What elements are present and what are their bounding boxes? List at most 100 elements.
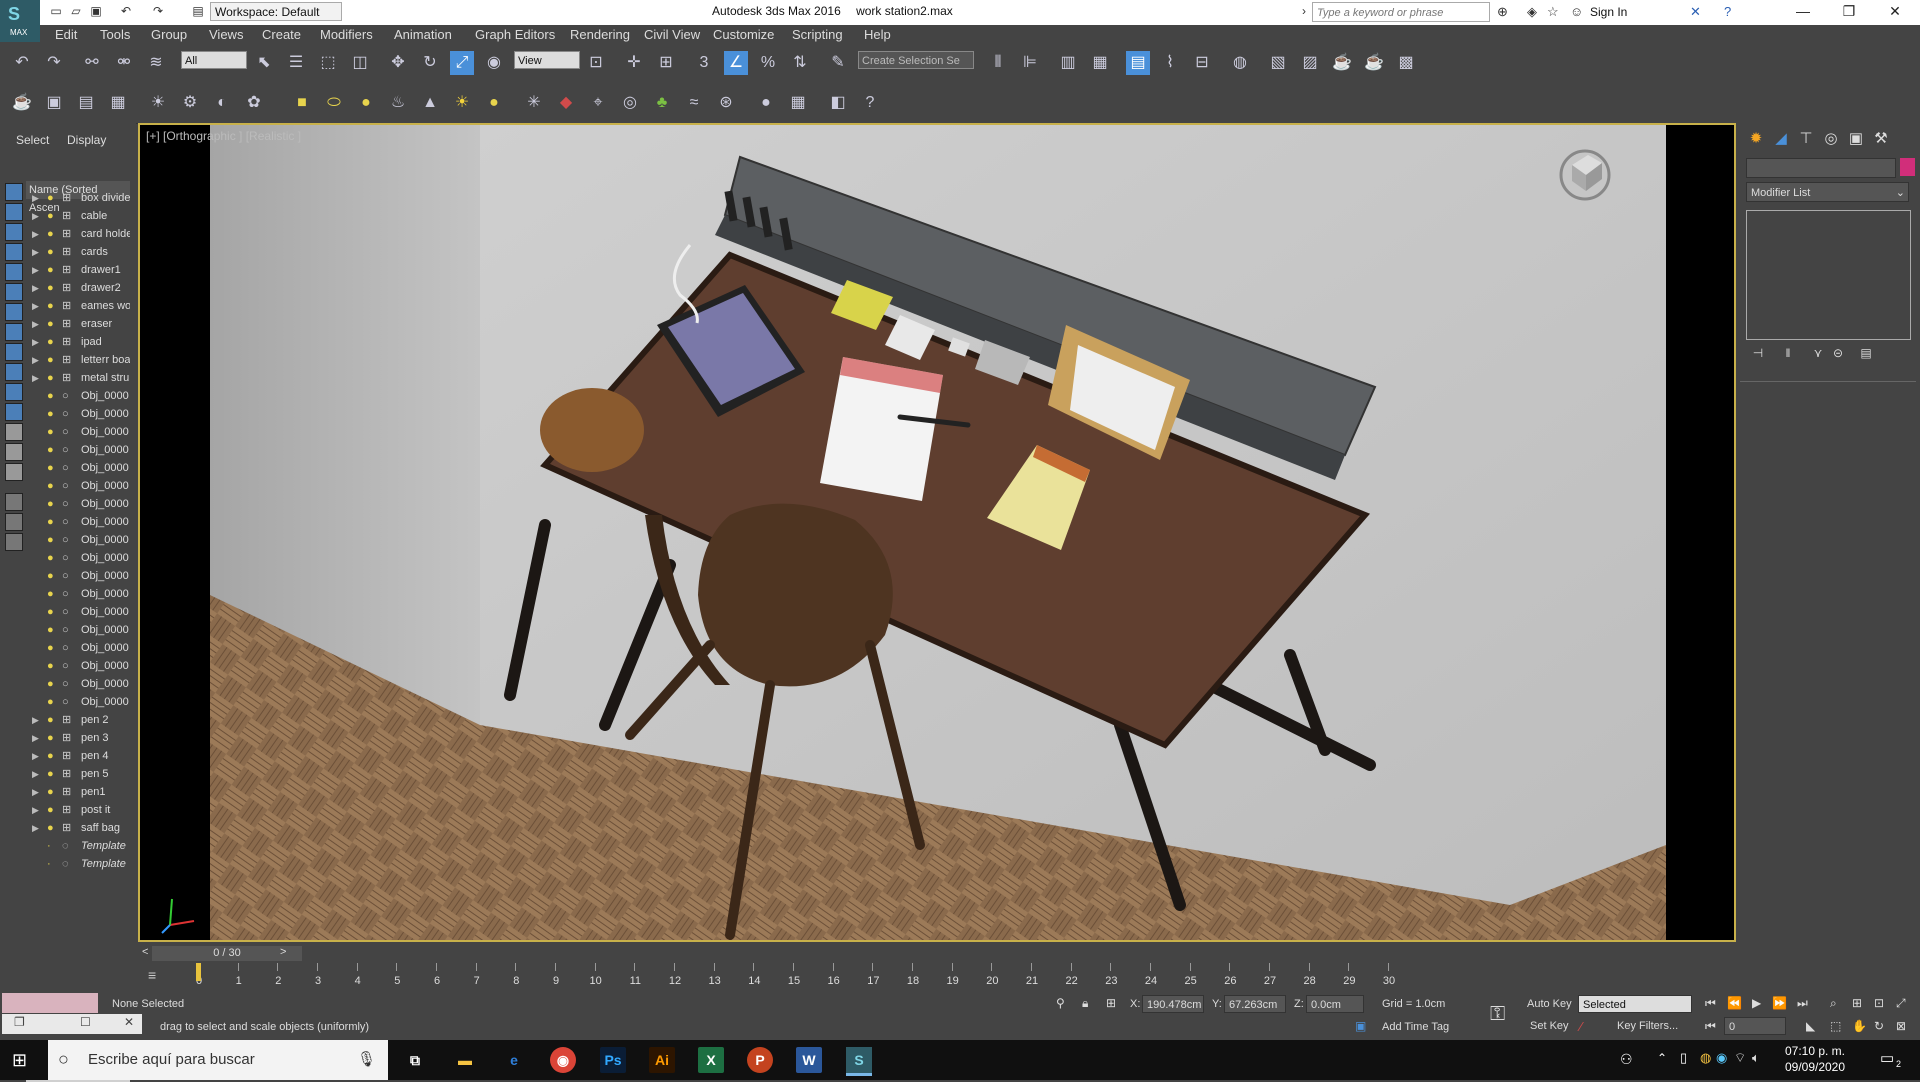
- z-coordinate-field[interactable]: 0.0cm: [1306, 995, 1364, 1013]
- hierarchy-tab-icon[interactable]: ⊤: [1796, 129, 1816, 149]
- expand-arrow-icon[interactable]: ▶: [32, 261, 39, 279]
- display-none-icon[interactable]: [5, 203, 23, 221]
- scale-icon[interactable]: ⤢: [450, 51, 474, 75]
- show-hidden-icons-icon[interactable]: ⌃: [1657, 1051, 1667, 1065]
- light-bulb-icon[interactable]: ·: [47, 855, 51, 873]
- minimize-icon[interactable]: —: [1783, 3, 1823, 19]
- globe-icon[interactable]: ◎: [618, 91, 642, 115]
- goto-start-icon[interactable]: ⏮: [1705, 996, 1716, 1011]
- menu-edit[interactable]: Edit: [55, 27, 77, 42]
- expand-arrow-icon[interactable]: ▶: [32, 711, 39, 729]
- key-icon[interactable]: ⚿: [1490, 1003, 1505, 1026]
- invert-icon[interactable]: [5, 223, 23, 241]
- perspective-viewport[interactable]: [+] [Orthographic ] [Realistic ]: [138, 123, 1736, 942]
- chrome-icon[interactable]: ◉: [550, 1047, 576, 1073]
- select-manipulate-icon[interactable]: ✛: [622, 51, 646, 75]
- mirror-icon[interactable]: ⫴: [986, 51, 1010, 75]
- photoshop-icon[interactable]: Ps: [600, 1047, 626, 1073]
- key-filters-button[interactable]: Key Filters...: [1617, 1020, 1678, 1032]
- key-mode-dropdown[interactable]: Selected: [1578, 995, 1692, 1013]
- hidden-filter-icon[interactable]: [5, 463, 23, 481]
- light-bulb-icon[interactable]: ●: [47, 297, 54, 315]
- maximize-icon[interactable]: ☐: [80, 1015, 91, 1029]
- keyboard-shortcut-override-icon[interactable]: ⊞: [654, 51, 678, 75]
- expand-arrow-icon[interactable]: ▶: [32, 333, 39, 351]
- reference-coordinate-dropdown[interactable]: View: [514, 51, 580, 69]
- menu-create[interactable]: Create: [262, 27, 301, 42]
- foliage-icon[interactable]: ♣: [650, 91, 674, 115]
- scene-object-row[interactable]: ▶ ● ⊞ ipad: [26, 333, 130, 351]
- scene-object-row[interactable]: ▶ ● ⊞ pen 5: [26, 765, 130, 783]
- viewport-layout-icon[interactable]: ◧: [826, 91, 850, 115]
- population-icon[interactable]: ✿: [242, 91, 266, 115]
- light-bulb-icon[interactable]: ●: [47, 783, 54, 801]
- filter-settings-icon[interactable]: [5, 513, 23, 531]
- favorites-star-icon[interactable]: ☆: [1547, 4, 1559, 20]
- expand-arrow-icon[interactable]: ▶: [32, 783, 39, 801]
- expand-arrow-icon[interactable]: ▶: [32, 747, 39, 765]
- bone-filter-icon[interactable]: [5, 403, 23, 421]
- layer-toggle-icon[interactable]: [5, 533, 23, 551]
- previous-frame-icon[interactable]: ⏪: [1727, 996, 1742, 1010]
- add-time-tag[interactable]: Add Time Tag: [1382, 1021, 1449, 1033]
- internet-explorer-icon[interactable]: e: [501, 1047, 527, 1073]
- expand-arrow-icon[interactable]: ▶: [32, 297, 39, 315]
- maximize-viewport-icon[interactable]: ⤢: [1896, 996, 1906, 1011]
- maximize-icon[interactable]: ❐: [1829, 3, 1869, 20]
- open-file-icon[interactable]: ▱: [68, 4, 84, 19]
- render-iterative-icon[interactable]: ☕: [1362, 51, 1386, 75]
- menu-graph-editors[interactable]: Graph Editors: [475, 27, 555, 42]
- scene-object-row[interactable]: ● ○ Obj_0000: [26, 621, 130, 639]
- auto-key-button[interactable]: Auto Key: [1527, 998, 1572, 1010]
- render-production-icon[interactable]: ☕: [1330, 51, 1354, 75]
- checker-icon[interactable]: ▦: [786, 91, 810, 115]
- next-frame-icon[interactable]: >: [280, 946, 286, 958]
- light-filter-icon[interactable]: [5, 283, 23, 301]
- new-file-icon[interactable]: ▭: [48, 4, 64, 19]
- pyramid-icon[interactable]: ▲: [418, 91, 442, 115]
- remove-modifier-icon[interactable]: ⊝: [1828, 343, 1848, 363]
- scene-object-row[interactable]: ● ○ Obj_0000: [26, 423, 130, 441]
- light-bulb-icon[interactable]: ●: [47, 549, 54, 567]
- show-end-result-icon[interactable]: ‖: [1778, 343, 1798, 363]
- light-bulb-icon[interactable]: ●: [47, 261, 54, 279]
- close-icon[interactable]: ✕: [124, 1015, 134, 1029]
- geometry-filter-icon[interactable]: [5, 243, 23, 261]
- grid-icon[interactable]: ▦: [106, 91, 130, 115]
- light-bulb-icon[interactable]: ●: [47, 711, 54, 729]
- expand-arrow-icon[interactable]: ▶: [32, 225, 39, 243]
- container-filter-icon[interactable]: [5, 423, 23, 441]
- undo-icon[interactable]: ↶: [118, 4, 134, 19]
- make-unique-icon[interactable]: ⋎: [1808, 343, 1828, 363]
- x-coordinate-field[interactable]: 190.478cm: [1142, 995, 1204, 1013]
- dynamics-icon[interactable]: ◆: [554, 91, 578, 115]
- menu-views[interactable]: Views: [209, 27, 243, 42]
- light-bulb-icon[interactable]: ·: [47, 837, 51, 855]
- maximize-toggle-icon[interactable]: ⊠: [1896, 1019, 1906, 1033]
- scene-object-row[interactable]: ▶ ● ⊞ drawer2: [26, 279, 130, 297]
- light-bulb-icon[interactable]: ●: [47, 747, 54, 765]
- light-bulb-icon[interactable]: ●: [47, 621, 54, 639]
- frozen-filter-icon[interactable]: [5, 443, 23, 461]
- light-bulb-icon[interactable]: ●: [47, 531, 54, 549]
- cloth-icon[interactable]: ⊛: [714, 91, 738, 115]
- light-bulb-icon[interactable]: ●: [47, 333, 54, 351]
- menu-customize[interactable]: Customize: [713, 27, 774, 42]
- windows-start-icon[interactable]: ⊞: [12, 1050, 27, 1071]
- tray-app2-icon[interactable]: ◉: [1716, 1050, 1727, 1066]
- scene-object-row[interactable]: ● ○ Obj_0000: [26, 405, 130, 423]
- sign-in-link[interactable]: Sign In: [1590, 5, 1627, 19]
- light-bulb-icon[interactable]: ●: [47, 567, 54, 585]
- scene-object-row[interactable]: ▶ ● ⊞ letterr boa: [26, 351, 130, 369]
- viewport-label[interactable]: [+] [Orthographic ] [Realistic ]: [146, 129, 301, 143]
- absolute-mode-icon[interactable]: ⊞: [1106, 996, 1116, 1010]
- box-primitive-icon[interactable]: ■: [290, 91, 314, 115]
- maxscript-mini-listener[interactable]: ❐ ☐ ✕: [2, 1014, 142, 1034]
- tray-app-icon[interactable]: ◍: [1700, 1050, 1711, 1066]
- close-icon[interactable]: ✕: [1875, 3, 1915, 20]
- light-bulb-icon[interactable]: ●: [47, 441, 54, 459]
- light-bulb-icon[interactable]: ●: [47, 657, 54, 675]
- scene-object-row[interactable]: ▶ ● ⊞ pen 2: [26, 711, 130, 729]
- light-bulb-icon[interactable]: ●: [47, 585, 54, 603]
- light-bulb-icon[interactable]: ●: [47, 693, 54, 711]
